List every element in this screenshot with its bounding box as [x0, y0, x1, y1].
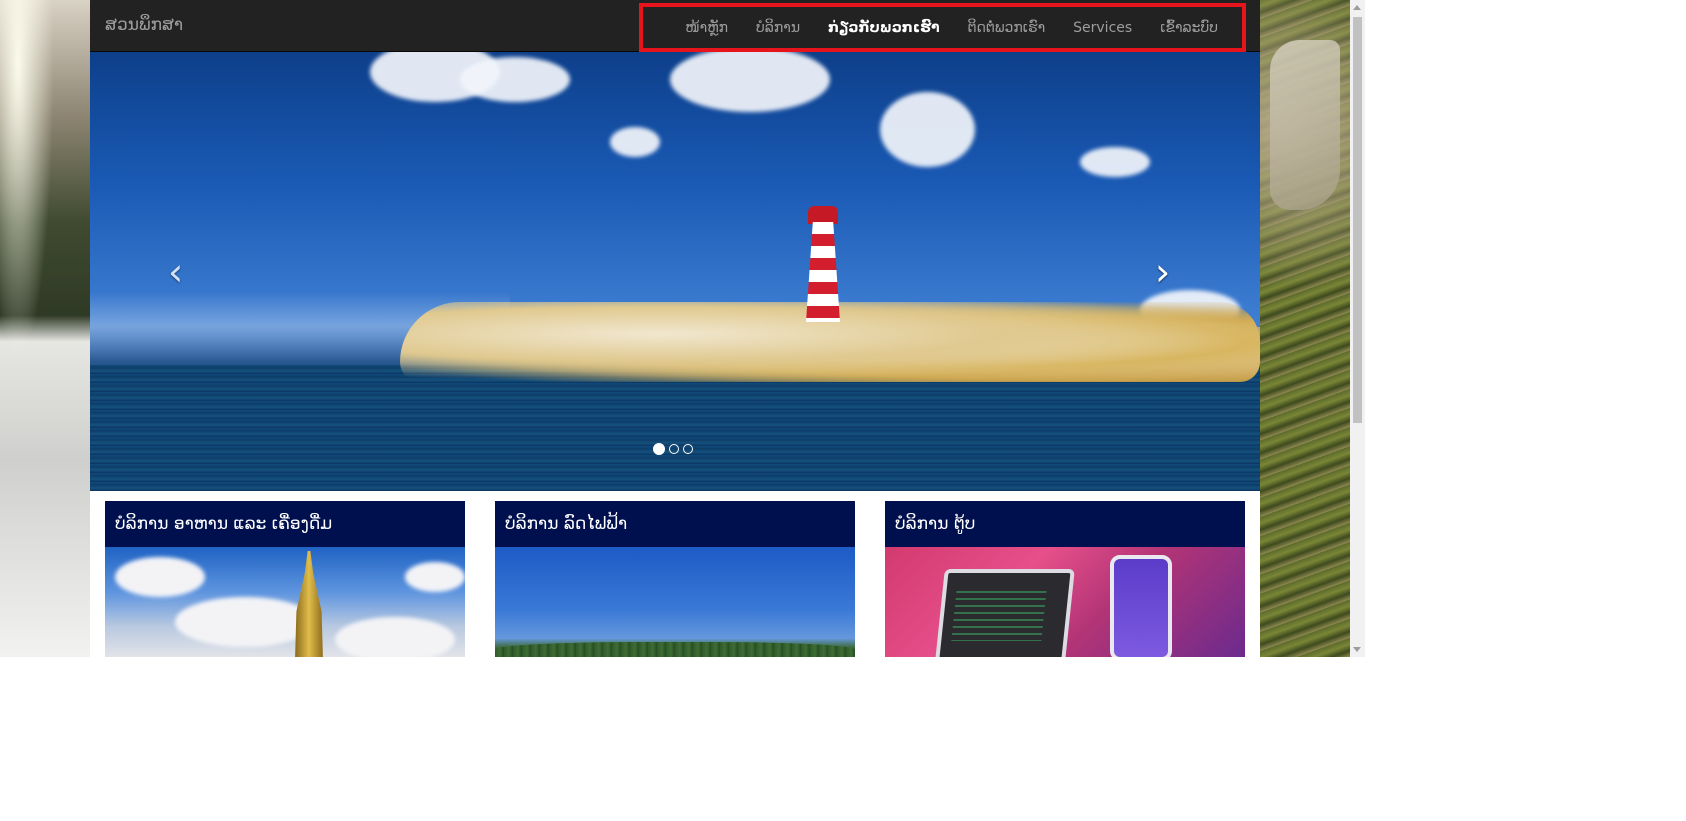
nav-item-services[interactable]: Services — [1073, 20, 1132, 36]
nav-item-login[interactable]: ເຂົ້າລະບົບ — [1160, 20, 1218, 36]
lighthouse — [806, 222, 840, 322]
page-container: ສວນພຶກສາ ໜ້າຫຼັກ ບໍລິການ ກ່ຽວກັບພວກເຮົາ … — [90, 0, 1260, 657]
card-image-devices — [885, 547, 1245, 657]
carousel-indicators — [653, 443, 693, 455]
service-card-food[interactable]: ບໍລິການ ອາຫານ ແລະ ເຄື່ອງດື່ມ — [105, 501, 465, 657]
background-forest-right — [1260, 0, 1350, 657]
background-mountain-left — [0, 0, 90, 657]
scroll-up-icon[interactable] — [1353, 5, 1361, 10]
service-card-it[interactable]: ບໍລິການ ຕູ້ບ — [885, 501, 1245, 657]
nav-item-services-lao[interactable]: ບໍລິການ — [756, 20, 800, 36]
lighthouse-lantern — [808, 206, 838, 224]
carousel-indicator-3[interactable] — [683, 444, 693, 454]
nav-item-home[interactable]: ໜ້າຫຼັກ — [685, 20, 728, 36]
carousel-indicator-1[interactable] — [653, 443, 665, 455]
service-card-electric-car[interactable]: ບໍລິການ ລົດໄຟຟ້າ — [495, 501, 855, 657]
sea — [90, 365, 1260, 491]
scroll-down-icon[interactable] — [1353, 647, 1361, 652]
browser-viewport: ສວນພຶກສາ ໜ້າຫຼັກ ບໍລິການ ກ່ຽວກັບພວກເຮົາ … — [0, 0, 1365, 657]
card-title: ບໍລິການ ຕູ້ບ — [885, 501, 1245, 547]
scrollbar-thumb[interactable] — [1353, 17, 1362, 423]
nav-menu: ໜ້າຫຼັກ ບໍລິການ ກ່ຽວກັບພວກເຮົາ ຕິດຕໍ່ພວກ… — [639, 3, 1246, 52]
carousel-next-icon[interactable]: › — [1155, 250, 1170, 294]
nav-item-contact[interactable]: ຕິດຕໍ່ພວກເຮົາ — [968, 20, 1046, 36]
vertical-scrollbar[interactable] — [1350, 0, 1365, 657]
card-image-landscape — [495, 547, 855, 657]
carousel-prev-icon[interactable]: ‹ — [168, 250, 183, 294]
brand-logo-text[interactable]: ສວນພຶກສາ — [105, 15, 183, 35]
nav-item-about[interactable]: ກ່ຽວກັບພວກເຮົາ — [828, 20, 940, 36]
image-carousel: ‹ › — [90, 52, 1260, 491]
card-title: ບໍລິການ ລົດໄຟຟ້າ — [495, 501, 855, 547]
carousel-indicator-2[interactable] — [669, 444, 679, 454]
navbar: ສວນພຶກສາ ໜ້າຫຼັກ ບໍລິການ ກ່ຽວກັບພວກເຮົາ … — [90, 0, 1260, 52]
card-image-stupa — [105, 547, 465, 657]
card-title: ບໍລິການ ອາຫານ ແລະ ເຄື່ອງດື່ມ — [105, 501, 465, 547]
